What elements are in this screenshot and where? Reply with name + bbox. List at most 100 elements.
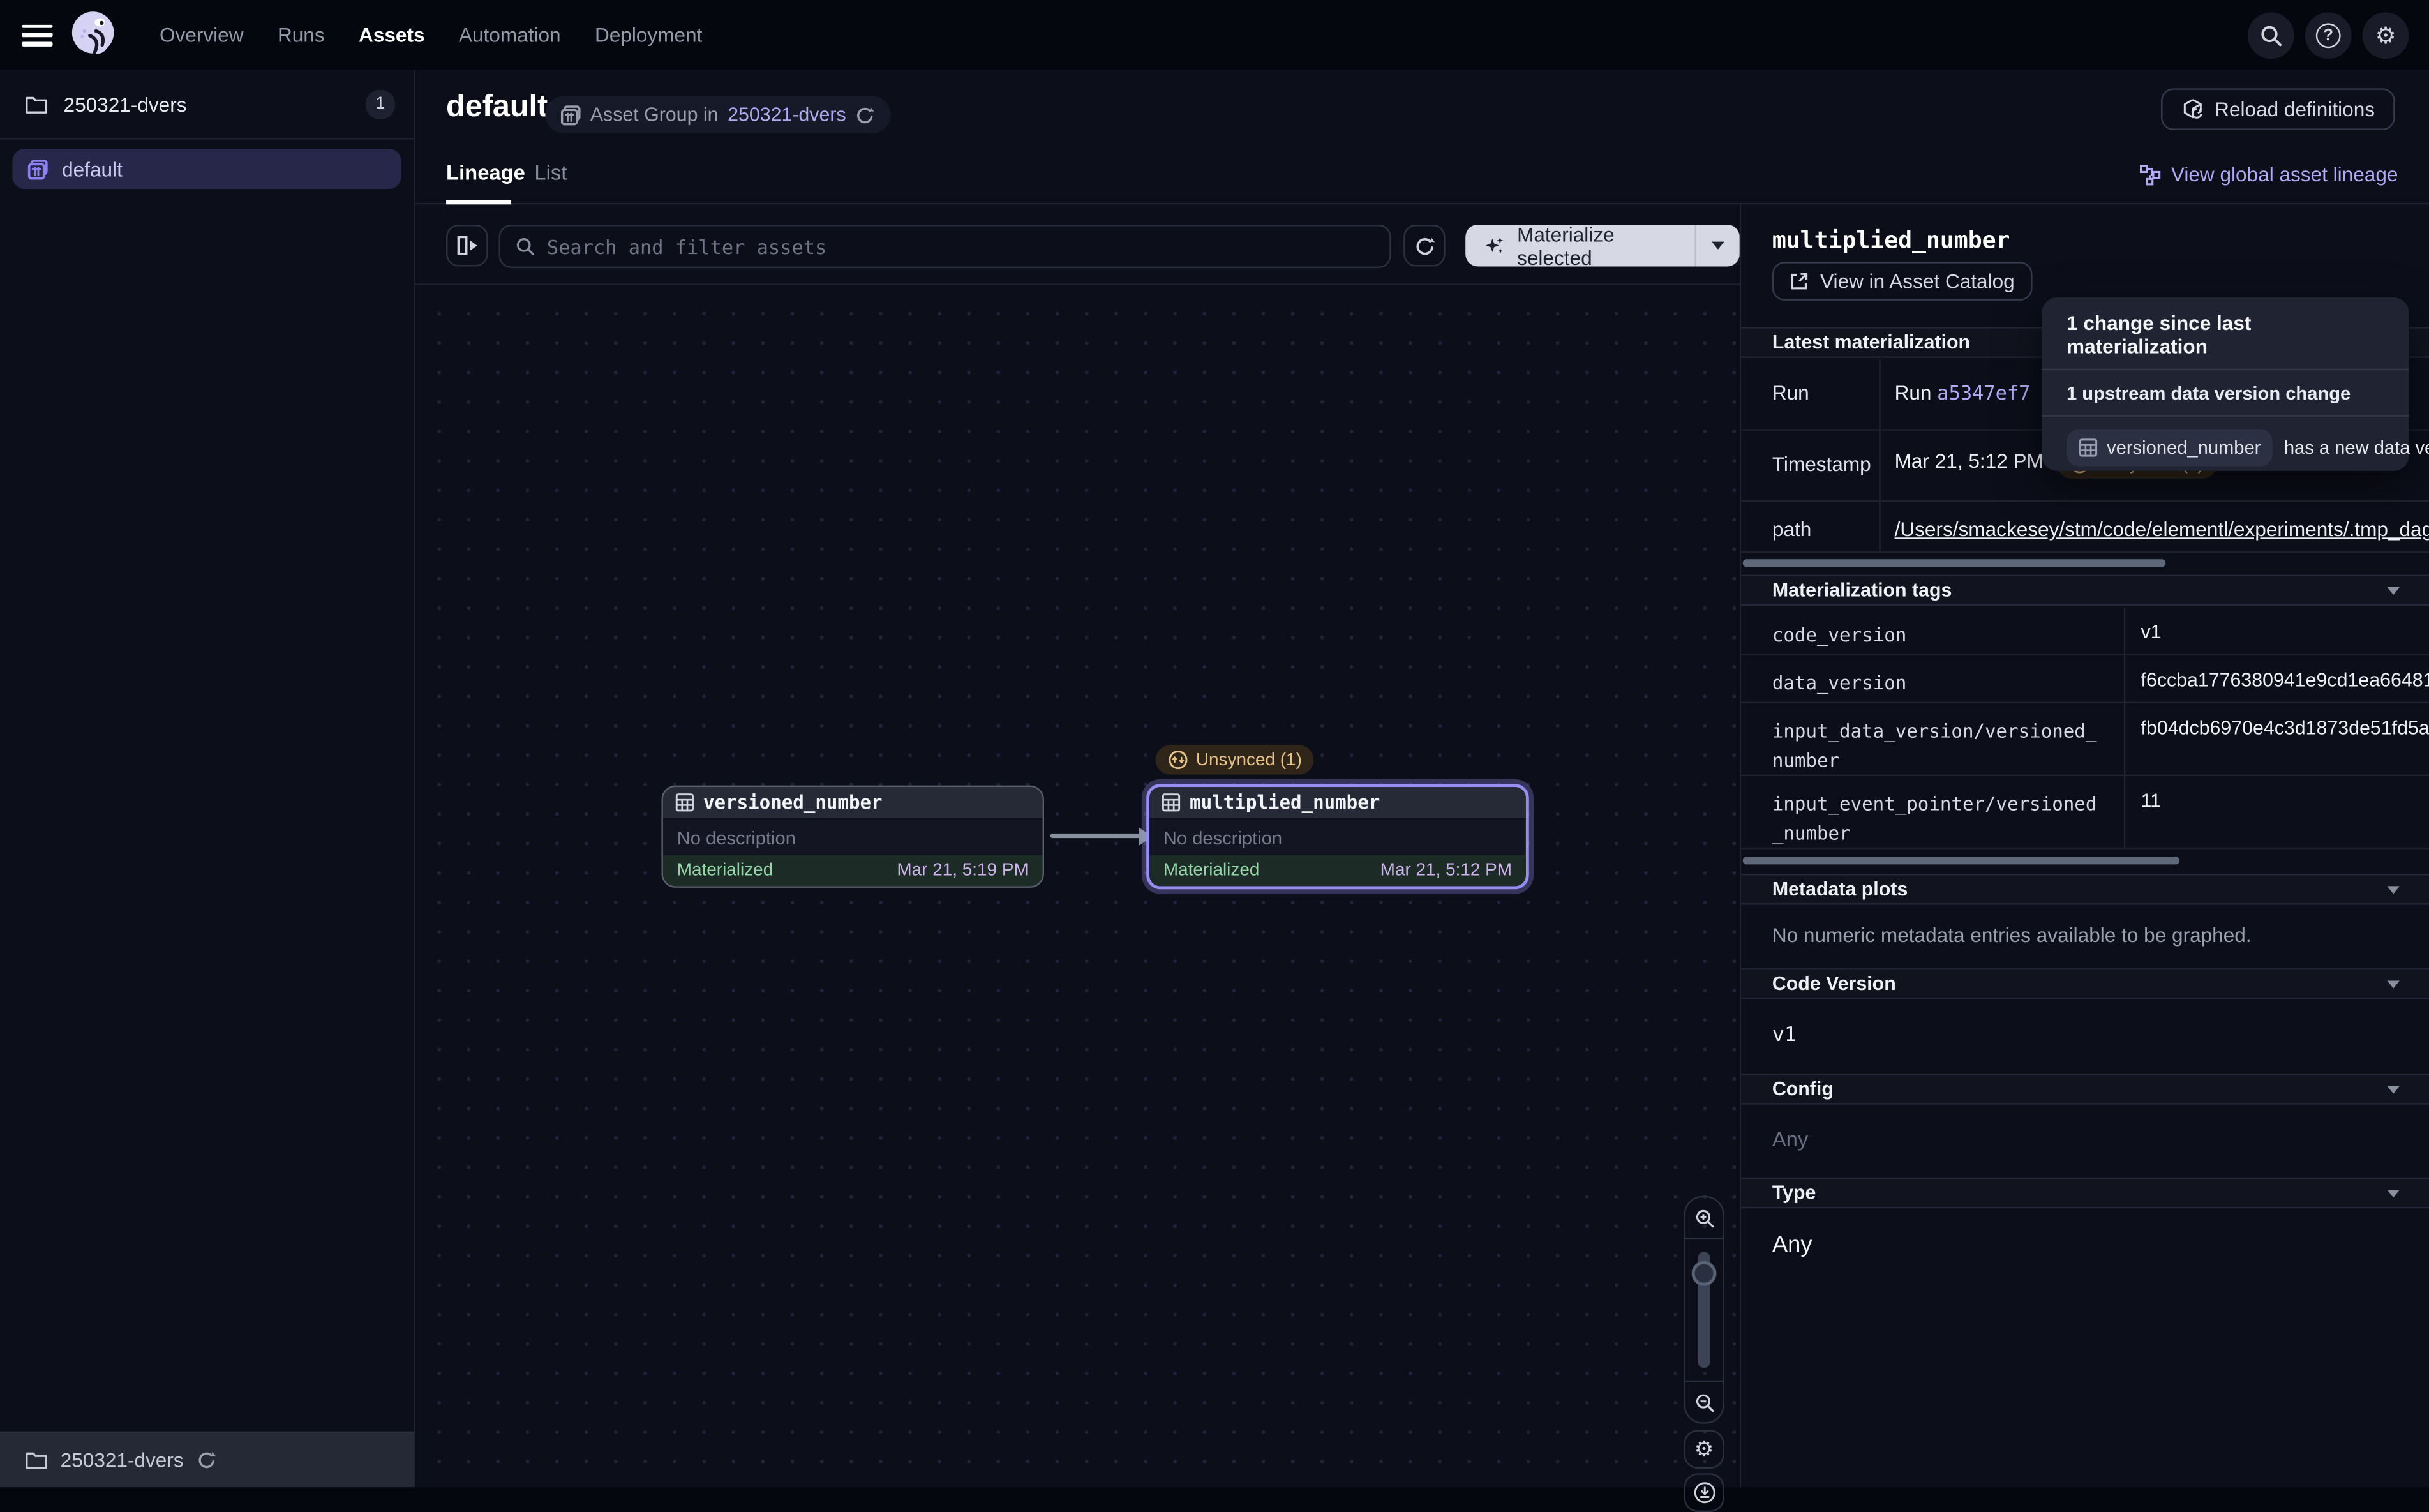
nav-item-assets[interactable]: Assets — [359, 23, 425, 46]
asset-chip-versioned-number[interactable]: versioned_number — [2067, 429, 2273, 466]
section-code-version[interactable]: Code Version — [1741, 968, 2429, 999]
sidebar-group-label: 250321-dvers — [64, 92, 187, 115]
sidebar-footer-label: 250321-dvers — [61, 1449, 184, 1472]
zoom-in-icon — [1694, 1208, 1714, 1228]
download-graph-button[interactable] — [1684, 1473, 1724, 1512]
refresh-icon[interactable] — [855, 105, 876, 125]
page-header: default Asset Group in 250321-dvers Relo… — [415, 70, 2429, 155]
section-type[interactable]: Type — [1741, 1178, 2429, 1209]
badge-group-link[interactable]: 250321-dvers — [728, 104, 846, 126]
node-name: versioned_number — [703, 791, 883, 813]
asset-node-multiplied-number[interactable]: multiplied_number No description Materia… — [1146, 784, 1529, 889]
top-nav-actions: ? ⚙ — [2248, 11, 2409, 58]
tag-key: code_version — [1741, 608, 2125, 654]
asset-node-versioned-number[interactable]: versioned_number No description Material… — [661, 786, 1044, 888]
refresh-graph-button[interactable] — [1403, 225, 1446, 267]
active-tab-underline — [446, 200, 511, 204]
sidebar-item-default[interactable]: default — [12, 149, 401, 189]
tag-key: input_data_version/versioned_number — [1741, 703, 2125, 775]
external-link-icon — [1790, 271, 1810, 292]
asset-group-icon — [561, 105, 581, 125]
popover-change-text: has a new data version — [2284, 437, 2429, 458]
search-input[interactable] — [547, 235, 1374, 258]
sidebar-group-count-badge: 1 — [366, 89, 395, 119]
view-in-asset-catalog-button[interactable]: View in Asset Catalog — [1772, 262, 2032, 301]
tab-lineage[interactable]: Lineage — [446, 161, 525, 184]
tab-list[interactable]: List — [534, 161, 567, 184]
row-key: Timestamp — [1741, 431, 1880, 500]
gear-icon: ⚙ — [1694, 1436, 1714, 1462]
zoom-slider-knob[interactable] — [1692, 1261, 1717, 1286]
materialize-selected-button[interactable]: Materialize selected — [1465, 225, 1740, 267]
nav-item-runs[interactable]: Runs — [278, 23, 325, 46]
timestamp-value: Mar 21, 5:12 PM — [1895, 449, 2044, 472]
table-row: path /Users/smackesey/stm/code/elementl/… — [1741, 502, 2429, 553]
run-id-link[interactable]: a5347ef7 — [1937, 381, 2030, 404]
dagster-logo-icon[interactable] — [68, 10, 119, 61]
asset-group-badge: Asset Group in 250321-dvers — [545, 96, 891, 133]
refresh-icon[interactable] — [196, 1450, 216, 1471]
expand-panel-button[interactable] — [446, 225, 488, 267]
search-button[interactable] — [2248, 11, 2294, 58]
path-link[interactable]: /Users/smackesey/stm/code/elementl/exper… — [1895, 518, 2429, 541]
table-icon — [675, 793, 694, 812]
tag-row: data_version f6ccba1776380941e9cd1ea6648… — [1741, 655, 2429, 703]
lineage-graph-area: Materialize selected Unsynced (1) versio… — [415, 204, 1740, 1487]
help-button[interactable]: ? — [2305, 11, 2352, 58]
node-header: versioned_number — [663, 787, 1043, 820]
node-status-bar: Materialized Mar 21, 5:19 PM — [663, 855, 1043, 887]
nav-item-automation[interactable]: Automation — [459, 23, 561, 46]
nav-item-overview[interactable]: Overview — [160, 23, 244, 46]
unsynced-badge[interactable]: Unsynced (1) — [1156, 745, 1315, 775]
zoom-out-button[interactable] — [1684, 1382, 1724, 1422]
tag-row: code_version v1 — [1741, 608, 2429, 655]
popover-subtitle: 1 upstream data version change — [2042, 370, 2409, 417]
tag-row: input_event_pointer/versioned_number 11 — [1741, 776, 2429, 849]
row-key: path — [1741, 502, 1880, 551]
sidebar: 250321-dvers 1 default 250321-dvers — [0, 70, 415, 1487]
section-materialization-tags[interactable]: Materialization tags — [1741, 575, 2429, 606]
unsynced-badge-label: Unsynced (1) — [1196, 751, 1302, 769]
popover-title: 1 change since last materialization — [2042, 297, 2409, 370]
view-in-asset-catalog-label: View in Asset Catalog — [1820, 269, 2015, 292]
refresh-icon — [1414, 235, 1435, 257]
caret-down-icon — [2387, 885, 2399, 893]
node-name: multiplied_number — [1190, 791, 1380, 813]
sidebar-footer[interactable]: 250321-dvers — [0, 1432, 414, 1487]
node-status: Materialized — [677, 862, 773, 880]
reload-definitions-button[interactable]: Reload definitions — [2160, 88, 2395, 130]
badge-prefix: Asset Group in — [590, 104, 719, 126]
materialize-dropdown-button[interactable] — [1696, 242, 1740, 250]
horizontal-scrollbar[interactable] — [1743, 857, 2179, 864]
metadata-plots-empty-text: No numeric metadata entries available to… — [1772, 924, 2252, 947]
section-config[interactable]: Config — [1741, 1074, 2429, 1105]
nav-items: Overview Runs Assets Automation Deployme… — [160, 23, 702, 46]
section-label: Type — [1772, 1182, 1816, 1204]
section-label: Config — [1772, 1078, 1834, 1100]
node-timestamp: Mar 21, 5:19 PM — [897, 862, 1028, 880]
settings-button[interactable]: ⚙ — [2363, 11, 2409, 58]
tabs-row: Lineage List View global asset lineage — [415, 155, 2429, 205]
graph-settings-button[interactable]: ⚙ — [1684, 1430, 1724, 1469]
caret-down-icon — [2387, 1085, 2399, 1093]
zoom-in-button[interactable] — [1684, 1197, 1724, 1238]
lineage-graph-icon — [2139, 163, 2160, 185]
view-global-asset-lineage-link[interactable]: View global asset lineage — [2139, 163, 2398, 186]
section-metadata-plots[interactable]: Metadata plots — [1741, 874, 2429, 905]
run-prefix: Run — [1895, 381, 1932, 404]
sidebar-group-row[interactable]: 250321-dvers 1 — [0, 70, 414, 139]
section-label: Latest materialization — [1772, 331, 1970, 353]
nav-item-deployment[interactable]: Deployment — [595, 23, 702, 46]
asset-search-box — [499, 225, 1391, 268]
search-icon — [2260, 24, 2282, 46]
caret-down-icon — [1712, 242, 1724, 250]
asset-detail-title: multiplied_number — [1772, 226, 2010, 254]
horizontal-scrollbar[interactable] — [1743, 559, 2166, 567]
graph-canvas[interactable]: Unsynced (1) versioned_number No descrip… — [415, 287, 1740, 1487]
node-status: Materialized — [1163, 862, 1259, 880]
caret-down-icon — [2387, 1189, 2399, 1197]
hamburger-menu-icon[interactable] — [22, 24, 53, 46]
row-value: /Users/smackesey/stm/code/elementl/exper… — [1881, 502, 2429, 551]
asset-group-icon — [28, 159, 49, 179]
caret-down-icon — [2387, 587, 2399, 594]
